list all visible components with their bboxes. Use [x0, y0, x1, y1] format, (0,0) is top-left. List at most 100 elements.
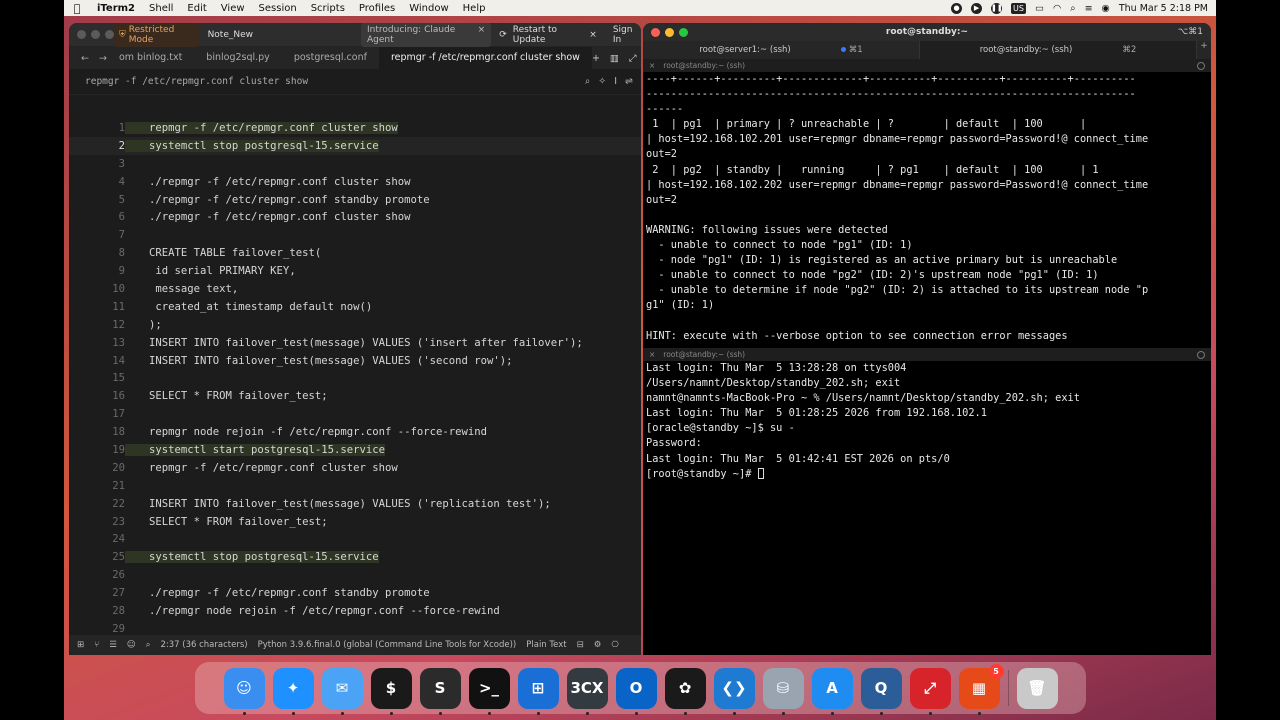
close-pane-icon[interactable]: ×	[649, 350, 655, 359]
code-line[interactable]: 24	[69, 530, 641, 548]
close-pane-icon[interactable]: ×	[649, 61, 655, 70]
play-icon[interactable]: ▶	[971, 2, 983, 14]
close-window-button[interactable]	[77, 30, 86, 39]
code-line[interactable]: 6 ./repmgr -f /etc/repmgr.conf cluster sh…	[69, 208, 641, 226]
users-icon[interactable]: ☺	[127, 640, 136, 650]
vscode-icon[interactable]: ❮❯	[713, 667, 755, 715]
input-source[interactable]: US	[1011, 2, 1026, 14]
menu-window[interactable]: Window	[402, 3, 455, 14]
code-line[interactable]: 22 INSERT INTO failover_test(message) VAL…	[69, 495, 641, 513]
terminal-pane-top[interactable]: ----+------+---------+-------------+----…	[643, 72, 1211, 348]
code-line[interactable]: 3	[69, 155, 641, 173]
code-line[interactable]: 20 repmgr -f /etc/repmgr.conf cluster sho…	[69, 459, 641, 477]
search-icon[interactable]: ⌕	[585, 76, 590, 87]
finder-icon[interactable]: ☺	[223, 667, 265, 715]
code-line[interactable]: 15	[69, 369, 641, 387]
database-icon[interactable]: ⛁	[762, 667, 804, 715]
menu-view[interactable]: View	[214, 3, 252, 14]
code-line[interactable]: 16 SELECT * FROM failover_test;	[69, 387, 641, 405]
sign-in-button[interactable]: Sign In	[613, 25, 641, 45]
prompt-line[interactable]: [root@standby ~]#	[646, 467, 1211, 482]
tab-binlog[interactable]: om binlog.txt	[107, 47, 194, 69]
code-line[interactable]: 11 created_at timestamp default now()	[69, 298, 641, 316]
update-button[interactable]: ⟳ Restart to Update ×	[499, 25, 597, 45]
gear-icon[interactable]: ⚙	[594, 640, 602, 650]
code-line[interactable]: 23 SELECT * FROM failover_test;	[69, 513, 641, 531]
outlook-icon[interactable]: O	[615, 667, 657, 715]
code-line[interactable]: 25 systemctl stop postgresql-15.service	[69, 548, 641, 566]
mail-icon[interactable]: ✉	[321, 667, 363, 715]
notice-pill[interactable]: Introducing: Claude Agent ×	[361, 23, 492, 47]
menu-scripts[interactable]: Scripts	[304, 3, 352, 14]
new-tab-icon[interactable]: +	[1197, 41, 1211, 59]
menu-shell[interactable]: Shell	[142, 3, 180, 14]
close-icon[interactable]: ×	[478, 25, 486, 45]
chatgpt-icon[interactable]: ✿	[664, 667, 706, 715]
code-line[interactable]: 5 ./repmgr -f /etc/repmgr.conf standby pr…	[69, 191, 641, 209]
trash-icon[interactable]: 🗑	[1016, 667, 1058, 709]
menu-session[interactable]: Session	[252, 3, 304, 14]
tab-repmgr[interactable]: repmgr -f /etc/repmgr.conf cluster show	[378, 47, 592, 69]
record-icon[interactable]: ●	[951, 2, 963, 14]
magic-icon[interactable]: ✧	[598, 76, 606, 87]
code-line[interactable]: 17	[69, 405, 641, 423]
menubar-clock[interactable]: Thu Mar 5 2:18 PM	[1119, 3, 1208, 14]
expand-icon[interactable]: ⤢	[629, 53, 637, 64]
menu-profiles[interactable]: Profiles	[352, 3, 402, 14]
list-icon[interactable]: ☰	[109, 640, 117, 650]
cursor-position[interactable]: 2:37 (36 characters)	[161, 640, 248, 650]
tab-binlog2sql[interactable]: binlog2sql.py	[194, 47, 282, 69]
code-line[interactable]: 27 ./repmgr -f /etc/repmgr.conf standby p…	[69, 584, 641, 602]
layout-icon[interactable]: ▥	[610, 53, 619, 64]
control-center-icon[interactable]: ≡	[1085, 3, 1093, 14]
siri-icon[interactable]: ◉	[1102, 3, 1110, 14]
terminal-pane-bottom[interactable]: Last login: Thu Mar 5 13:28:28 on ttys00…	[643, 361, 1211, 655]
app-store-icon[interactable]: A	[811, 667, 853, 715]
code-line[interactable]: 19 systemctl start postgresql-15.service	[69, 441, 641, 459]
terminal-tab-standby[interactable]: root@standby:~ (ssh) ⌘2	[920, 41, 1197, 59]
code-line[interactable]: 26	[69, 566, 641, 584]
git-branch-icon[interactable]: ⑂	[94, 640, 99, 650]
syntax-label[interactable]: Plain Text	[526, 640, 566, 650]
wifi-icon[interactable]: ◠	[1053, 3, 1061, 14]
code-area[interactable]: 1 repmgr -f /etc/repmgr.conf cluster show…	[69, 119, 641, 639]
forward-arrow-icon[interactable]: →	[99, 53, 107, 64]
quicktime-icon[interactable]: Q	[860, 667, 902, 715]
code-line[interactable]: 8 CREATE TABLE failover_test(	[69, 244, 641, 262]
menu-help[interactable]: Help	[456, 3, 493, 14]
spotlight-icon[interactable]: ⌕	[1070, 3, 1075, 14]
safari-icon[interactable]: ✦	[272, 667, 314, 715]
zoom-window-button[interactable]	[105, 30, 114, 39]
apple-menu-icon[interactable]: 	[64, 2, 90, 15]
terminal-icon[interactable]: >_	[468, 667, 510, 715]
tab-size-icon[interactable]: ⊟	[577, 640, 584, 650]
code-line[interactable]: 12);	[69, 316, 641, 334]
code-line[interactable]: 21	[69, 477, 641, 495]
new-tab-icon[interactable]: +	[592, 53, 600, 64]
pane-menu-icon[interactable]	[1197, 350, 1205, 359]
windows-app-icon[interactable]: ⊞	[517, 667, 559, 715]
code-line[interactable]: 7	[69, 226, 641, 244]
code-line[interactable]: 1 repmgr -f /etc/repmgr.conf cluster show	[69, 119, 641, 137]
microsoft-office-icon[interactable]: ▦ 5	[958, 663, 1004, 715]
format-icon[interactable]: ⇌	[625, 76, 633, 87]
tab-postgresql-conf[interactable]: postgresql.conf	[282, 47, 379, 69]
restricted-mode-badge[interactable]: ⛨ Restricted Mode	[114, 23, 200, 47]
encoding-icon[interactable]: ⎔	[611, 640, 618, 650]
sublime-icon[interactable]: S	[419, 667, 461, 715]
code-line[interactable]: 14 INSERT INTO failover_test(message) VAL…	[69, 352, 641, 370]
pause-icon[interactable]: ❚❚	[991, 2, 1003, 14]
code-line[interactable]: 10 message text,	[69, 280, 641, 298]
code-line[interactable]: 2 systemctl stop postgresql-15.service	[69, 136, 641, 155]
code-line[interactable]: 28 ./repmgr node rejoin -f /etc/repmgr.co…	[69, 602, 641, 620]
battery-icon[interactable]: ▭	[1035, 3, 1044, 14]
menu-app-name[interactable]: iTerm2	[90, 3, 142, 14]
code-line[interactable]: 18 repmgr node rejoin -f /etc/repmgr.conf…	[69, 423, 641, 441]
3cx-icon[interactable]: 3CX	[566, 667, 608, 715]
back-arrow-icon[interactable]: ←	[81, 53, 89, 64]
code-line[interactable]: 9 id serial PRIMARY KEY,	[69, 262, 641, 280]
remote-desktop-icon[interactable]: ⤢	[909, 667, 951, 715]
minimize-window-button[interactable]	[91, 30, 100, 39]
code-line[interactable]: 4 ./repmgr -f /etc/repmgr.conf cluster sh…	[69, 173, 641, 191]
interpreter-label[interactable]: Python 3.9.6.final.0 (global (Command Li…	[258, 640, 517, 650]
